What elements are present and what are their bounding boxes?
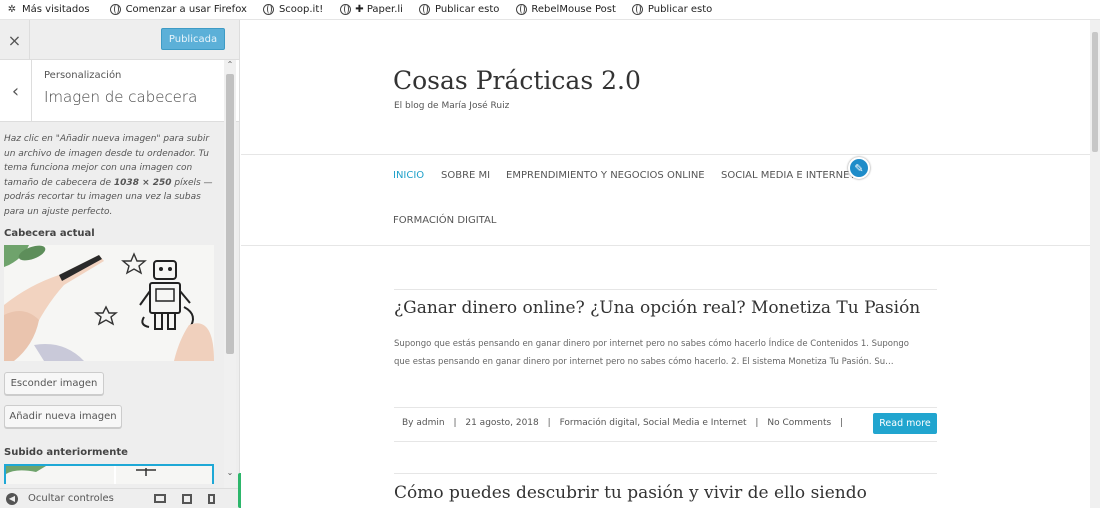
- header-image-description: Haz clic en "Añadir nueva imagen" para s…: [4, 134, 213, 217]
- post-title[interactable]: ¿Ganar dinero online? ¿Una opción real? …: [394, 298, 920, 318]
- breadcrumb: Personalización: [44, 70, 122, 81]
- bookmark-rebelmouse[interactable]: RebelMouse Post: [515, 4, 616, 16]
- meta-divider: [394, 441, 937, 442]
- current-header-image: [4, 245, 214, 361]
- divider: [241, 245, 1090, 246]
- scrollbar-thumb[interactable]: [226, 74, 234, 354]
- customizer-footer: ◀ Ocultar controles: [0, 488, 239, 508]
- site-preview: Cosas Prácticas 2.0 El blog de María Jos…: [241, 20, 1090, 508]
- scroll-up-icon[interactable]: ⌃: [224, 60, 236, 69]
- bookmark-paperli[interactable]: ✚ Paper.li: [339, 4, 403, 16]
- bookmark-label: ✚ Paper.li: [355, 4, 403, 15]
- read-more-button[interactable]: Read more: [873, 413, 937, 434]
- customizer-sidebar: × Publicada ‹ Personalización Imagen de …: [0, 20, 240, 508]
- nav-item-social-media[interactable]: SOCIAL MEDIA E INTERNET: [721, 170, 856, 181]
- site-title[interactable]: Cosas Prácticas 2.0: [393, 66, 641, 95]
- post-excerpt: Supongo que estás pensando en ganar dine…: [394, 339, 909, 367]
- edit-pencil-icon[interactable]: ✎: [848, 157, 870, 179]
- section-header: ‹ Personalización Imagen de cabecera: [0, 60, 239, 122]
- post-meta: By admin | 21 agosto, 2018 | Formación d…: [402, 418, 844, 428]
- previously-uploaded-label: Subido anteriormente: [4, 447, 128, 458]
- bookmark-publicar-esto-2[interactable]: Publicar esto: [632, 4, 712, 16]
- bookmark-label: Comenzar a usar Firefox: [125, 4, 247, 15]
- back-icon[interactable]: ‹: [0, 60, 32, 122]
- bookmark-scoopit[interactable]: Scoop.it!: [263, 4, 323, 16]
- post-author[interactable]: By admin: [402, 418, 445, 428]
- size-text: 1038 × 250: [113, 177, 172, 188]
- gear-icon: ✲: [7, 4, 17, 15]
- globe-icon: [632, 4, 644, 16]
- customizer-header: × Publicada: [0, 20, 239, 60]
- bookmark-label: RebelMouse Post: [531, 4, 616, 15]
- previously-uploaded-thumbnail[interactable]: [4, 464, 214, 484]
- scrollbar-thumb[interactable]: [1092, 32, 1098, 152]
- hide-controls-label[interactable]: Ocultar controles: [28, 493, 114, 504]
- sidebar-scrollbar[interactable]: ⌃ ⌄: [224, 60, 236, 508]
- nav-item-sobre-mi[interactable]: SOBRE MI: [441, 170, 490, 181]
- bookmark-label: Más visitados: [22, 4, 90, 15]
- desktop-preview-icon[interactable]: [153, 494, 166, 503]
- bookmark-mas-visitados[interactable]: ✲ Más visitados: [6, 4, 90, 16]
- globe-icon: [263, 4, 275, 16]
- mobile-preview-icon[interactable]: [207, 493, 215, 504]
- divider: [241, 154, 1090, 155]
- meta-divider: [394, 407, 937, 408]
- bookmarks-toolbar: ✲ Más visitados Comenzar a usar Firefox S…: [0, 0, 1100, 20]
- bookmark-publicar-esto[interactable]: Publicar esto: [419, 4, 499, 16]
- nav-item-formacion-digital[interactable]: FORMACIÓN DIGITAL: [393, 215, 496, 226]
- post-divider: [394, 473, 937, 474]
- collapse-icon[interactable]: ◀: [6, 492, 18, 505]
- tablet-preview-icon[interactable]: [181, 493, 192, 504]
- bookmark-label: Publicar esto: [647, 4, 713, 15]
- post-divider: [394, 289, 937, 290]
- preview-scrollbar[interactable]: [1090, 20, 1100, 508]
- bookmark-label: Scoop.it!: [278, 4, 324, 15]
- post-title[interactable]: Cómo puedes descubrir tu pasión y vivir …: [394, 483, 867, 503]
- globe-icon: [515, 4, 527, 16]
- post-categories[interactable]: Formación digital, Social Media e Intern…: [560, 418, 747, 428]
- add-new-image-button[interactable]: Añadir nueva imagen: [4, 405, 122, 428]
- globe-icon: [419, 4, 431, 16]
- bookmark-comenzar-firefox[interactable]: Comenzar a usar Firefox: [110, 4, 247, 16]
- scroll-down-icon[interactable]: ⌄: [224, 468, 236, 477]
- section-title: Imagen de cabecera: [44, 88, 198, 106]
- post-date[interactable]: 21 agosto, 2018: [465, 418, 538, 428]
- nav-item-inicio[interactable]: INICIO: [393, 170, 424, 181]
- close-icon[interactable]: ×: [0, 20, 30, 60]
- site-tagline: El blog de María José Ruiz: [394, 101, 510, 111]
- bookmark-label: Publicar esto: [434, 4, 500, 15]
- post-comments[interactable]: No Comments: [767, 418, 831, 428]
- globe-icon: [110, 4, 122, 16]
- hide-image-button[interactable]: Esconder imagen: [4, 372, 104, 395]
- current-header-label: Cabecera actual: [4, 228, 95, 239]
- globe-icon: [339, 4, 351, 16]
- nav-item-emprendimiento[interactable]: EMPRENDIMIENTO Y NEGOCIOS ONLINE: [506, 170, 705, 181]
- publish-button[interactable]: Publicada: [161, 28, 225, 50]
